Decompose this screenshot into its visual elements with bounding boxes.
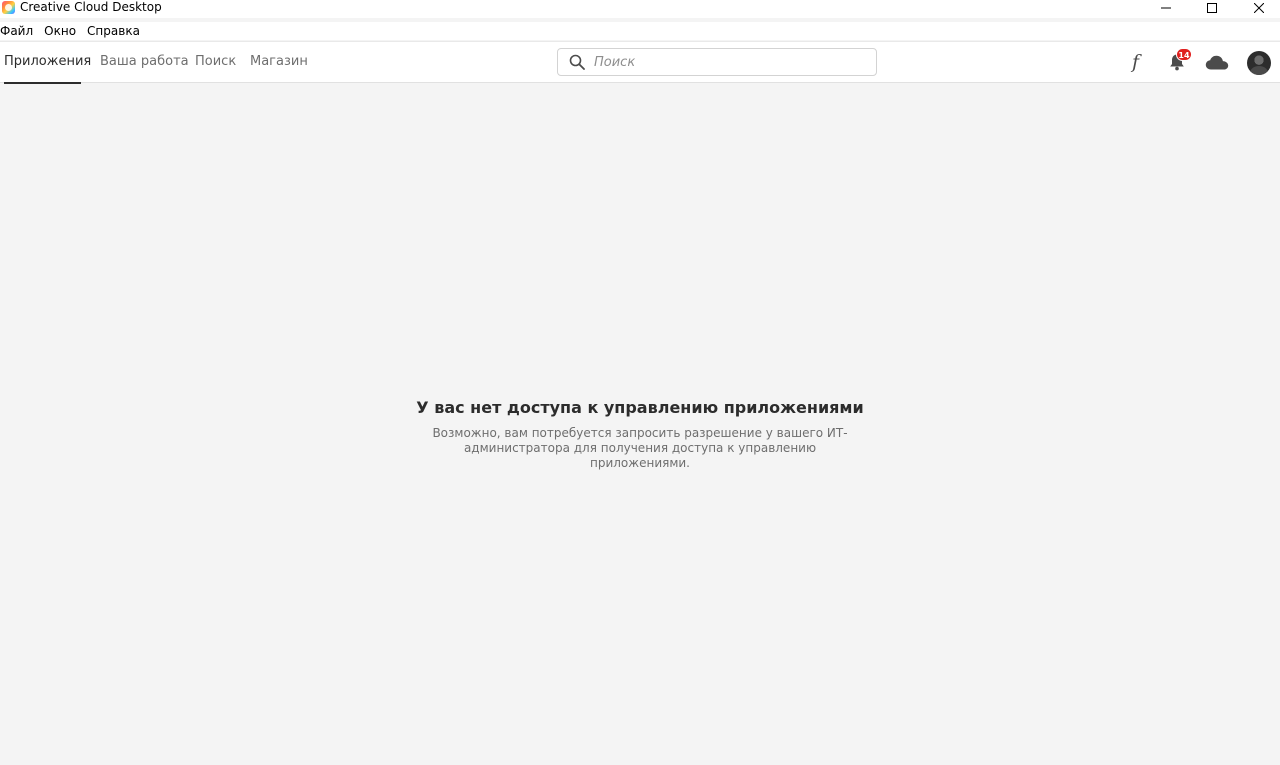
top-navigation: Приложения Ваша работа Поиск Магазин f 1… <box>0 41 1280 84</box>
avatar[interactable] <box>1247 51 1271 75</box>
empty-state-description: Возможно, вам потребуется запросить разр… <box>432 426 848 470</box>
fonts-icon[interactable]: f <box>1132 50 1139 74</box>
menu-help[interactable]: Справка <box>87 22 140 40</box>
search-box[interactable] <box>557 48 877 76</box>
menu-file[interactable]: Файл <box>0 22 33 40</box>
menu-window[interactable]: Окно <box>44 22 76 40</box>
search-icon <box>569 54 585 70</box>
cloud-icon[interactable] <box>1205 55 1229 70</box>
tab-store[interactable]: Магазин <box>250 42 308 83</box>
maximize-button[interactable] <box>1189 0 1235 16</box>
maximize-icon <box>1207 3 1217 13</box>
title-bar: Creative Cloud Desktop <box>0 0 1280 18</box>
tab-your-work[interactable]: Ваша работа <box>100 42 189 83</box>
empty-state-title: У вас нет доступа к управлению приложени… <box>416 398 864 417</box>
tab-search[interactable]: Поиск <box>195 42 236 83</box>
notifications-badge: 14 <box>1176 48 1192 61</box>
minimize-button[interactable] <box>1143 0 1189 16</box>
close-button[interactable] <box>1236 0 1280 16</box>
empty-state: У вас нет доступа к управлению приложени… <box>340 397 940 471</box>
menu-bar: Файл Окно Справка <box>0 22 1280 40</box>
search-input[interactable] <box>594 52 864 72</box>
close-icon <box>1254 3 1264 13</box>
creative-cloud-logo-icon <box>2 1 15 14</box>
window-title: Creative Cloud Desktop <box>20 0 162 14</box>
minimize-icon <box>1161 7 1171 9</box>
tab-apps[interactable]: Приложения <box>4 42 91 84</box>
